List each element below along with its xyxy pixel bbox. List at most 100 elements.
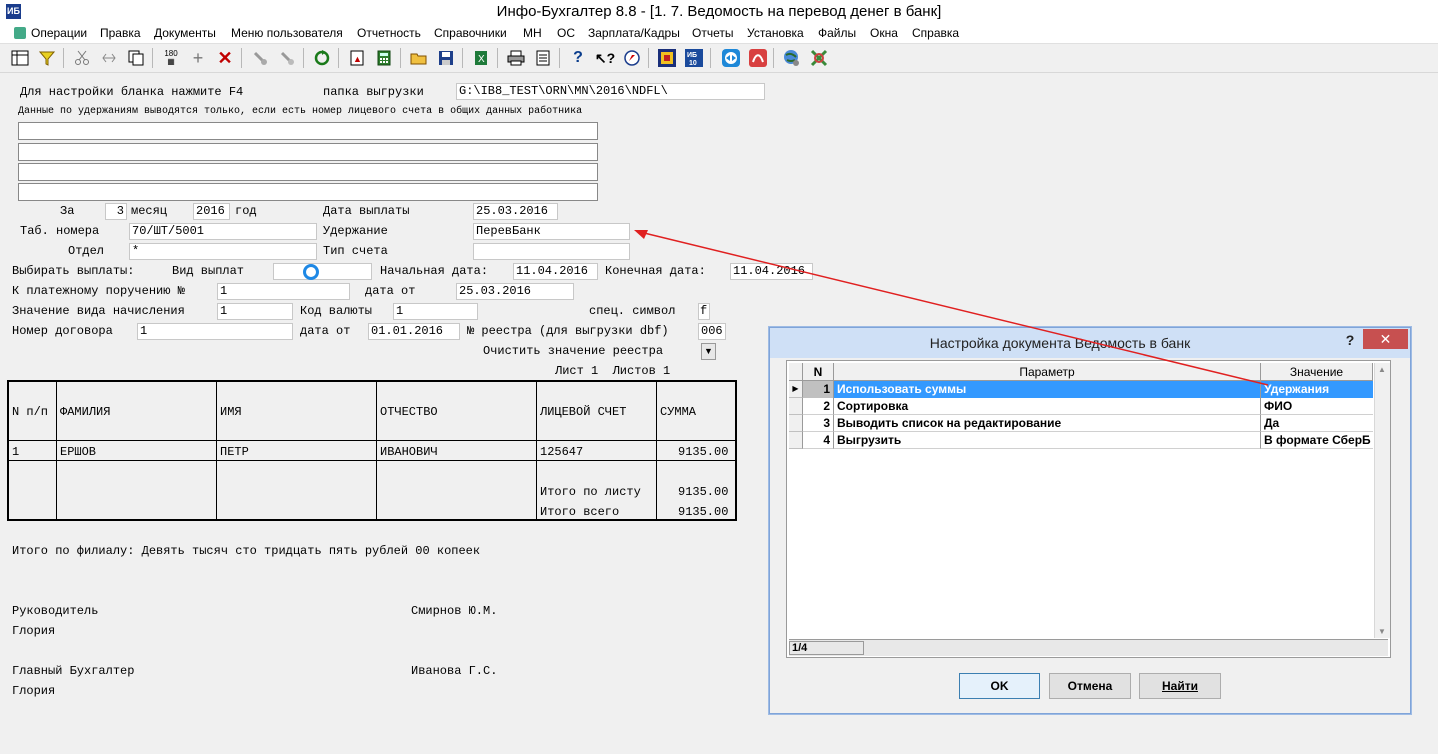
contract-date-field[interactable]: 01.01.2016 — [368, 323, 460, 340]
tool2-icon[interactable] — [277, 48, 297, 68]
dept-field[interactable]: * — [129, 243, 317, 260]
menu-help[interactable]: Справка — [912, 26, 959, 40]
menu-directories[interactable]: Справочники — [434, 26, 507, 40]
row3-param[interactable]: Выводить список на редактирование — [834, 415, 1261, 432]
find-button[interactable]: Найти — [1139, 673, 1221, 699]
special-symbol-field[interactable]: f — [698, 303, 710, 320]
save-icon[interactable] — [436, 48, 456, 68]
vertical-scrollbar[interactable]: ▲ ▼ — [1374, 363, 1390, 638]
record-counter: 1/4 — [789, 641, 864, 655]
ib10-icon[interactable]: ИБ 10 — [684, 48, 704, 68]
row4-param[interactable]: Выгрузить — [834, 432, 1261, 449]
split-icon[interactable] — [99, 48, 119, 68]
pdf-icon[interactable]: ▲ — [347, 48, 367, 68]
copy-icon[interactable] — [126, 48, 146, 68]
menu-user[interactable]: Меню пользователя — [231, 26, 343, 40]
context-help-icon[interactable]: ↖? — [595, 48, 615, 68]
compass-icon[interactable] — [622, 48, 642, 68]
registry-field[interactable]: 006 — [698, 323, 726, 340]
settings-dialog: Настройка документа Ведомость в банк ? ✕… — [769, 327, 1411, 714]
accrual-field[interactable]: 1 — [217, 303, 293, 320]
order-date-field[interactable]: 25.03.2016 — [456, 283, 574, 300]
tab-number-field[interactable]: 70/ШТ/5001 — [129, 223, 317, 240]
network-icon[interactable] — [809, 48, 829, 68]
currency-field[interactable]: 1 — [393, 303, 478, 320]
contract-field[interactable]: 1 — [137, 323, 293, 340]
menu-windows[interactable]: Окна — [870, 26, 898, 40]
row4-value[interactable]: В формате СберБ — [1261, 432, 1373, 449]
row-pointer-icon: ▶ — [789, 381, 803, 398]
row1-n[interactable]: 1 — [803, 381, 834, 398]
deduction-label: Удержание — [323, 224, 388, 238]
close-icon: ✕ — [1379, 331, 1392, 347]
row3-value[interactable]: Да — [1261, 415, 1373, 432]
row2-n[interactable]: 2 — [803, 398, 834, 415]
currency-label: Код валюты — [300, 304, 373, 318]
export-excel-icon[interactable]: X — [471, 48, 491, 68]
col-param[interactable]: Параметр — [834, 363, 1261, 381]
header-firstname: ИМЯ — [220, 405, 242, 419]
help-icon[interactable]: ? — [1341, 332, 1359, 350]
ib-icon[interactable] — [657, 48, 677, 68]
row1-value[interactable]: Удержания — [1261, 381, 1373, 398]
menu-salary[interactable]: Зарплата/Кадры — [588, 26, 680, 40]
month-field[interactable]: 3 — [105, 203, 127, 220]
scroll-up-icon[interactable]: ▲ — [1378, 365, 1386, 374]
export-folder-field[interactable]: G:\IB8_TEST\ORN\MN\2016\NDFL\ — [456, 83, 765, 100]
text-row-4[interactable] — [18, 183, 598, 201]
row-patronymic: ИВАНОВИЧ — [380, 445, 438, 459]
row3-n[interactable]: 3 — [803, 415, 834, 432]
text-row-1[interactable] — [18, 122, 598, 140]
row2-param[interactable]: Сортировка — [834, 398, 1261, 415]
scroll-down-icon[interactable]: ▼ — [1378, 627, 1386, 636]
ok-button[interactable]: OK — [959, 673, 1040, 699]
calculator-icon[interactable] — [374, 48, 394, 68]
table-icon[interactable] — [10, 48, 30, 68]
clear-registry-dropdown[interactable]: ▼ — [701, 343, 716, 360]
contract-date-label: дата от — [300, 324, 351, 338]
menu-settings[interactable]: Установка — [747, 26, 804, 40]
close-button[interactable]: ✕ — [1363, 329, 1408, 349]
menu-operations[interactable]: Операции — [31, 26, 87, 40]
menu-documents[interactable]: Документы — [154, 26, 216, 40]
cut-icon[interactable] — [72, 48, 92, 68]
help-icon[interactable]: ? — [568, 48, 588, 68]
teamviewer-icon[interactable] — [721, 48, 741, 68]
year-field[interactable]: 2016 — [193, 203, 230, 220]
globe-icon[interactable] — [782, 48, 802, 68]
pay-type-field[interactable] — [273, 263, 372, 280]
menu-os[interactable]: ОС — [557, 26, 575, 40]
col-value[interactable]: Значение — [1261, 363, 1373, 381]
filter-icon[interactable] — [37, 48, 57, 68]
row2-value[interactable]: ФИО — [1261, 398, 1373, 415]
row1-param[interactable]: Использовать суммы — [834, 381, 1261, 398]
delete-icon[interactable]: ✕ — [215, 48, 235, 68]
pay-date-field[interactable]: 25.03.2016 — [473, 203, 558, 220]
payment-order-field[interactable]: 1 — [217, 283, 350, 300]
header-sum: СУММА — [660, 405, 697, 419]
add-icon[interactable]: + — [188, 48, 208, 68]
text-row-3[interactable] — [18, 163, 598, 181]
pdf-red-icon[interactable] — [748, 48, 768, 68]
menu-edit[interactable]: Правка — [100, 26, 141, 40]
col-n[interactable]: N — [803, 363, 834, 381]
preview-icon[interactable] — [533, 48, 553, 68]
open-folder-icon[interactable] — [409, 48, 429, 68]
sort-icon[interactable]: 180 ▦ — [161, 48, 181, 68]
start-date-field[interactable]: 11.04.2016 — [513, 263, 598, 280]
cancel-button[interactable]: Отмена — [1049, 673, 1131, 699]
row4-n[interactable]: 4 — [803, 432, 834, 449]
account-type-field[interactable] — [473, 243, 630, 260]
tool1-icon[interactable] — [250, 48, 270, 68]
account-type-label: Тип счета — [323, 244, 388, 258]
pay-date-label: Дата выплаты — [323, 204, 410, 218]
deduction-field[interactable]: ПеревБанк — [473, 223, 630, 240]
end-date-field[interactable]: 11.04.2016 — [730, 263, 813, 280]
print-icon[interactable] — [506, 48, 526, 68]
refresh-icon[interactable] — [312, 48, 332, 68]
menu-reports[interactable]: Отчеты — [692, 26, 733, 40]
menu-reporting[interactable]: Отчетность — [357, 26, 421, 40]
text-row-2[interactable] — [18, 143, 598, 161]
menu-files[interactable]: Файлы — [818, 26, 856, 40]
menu-mn[interactable]: МН — [523, 26, 542, 40]
